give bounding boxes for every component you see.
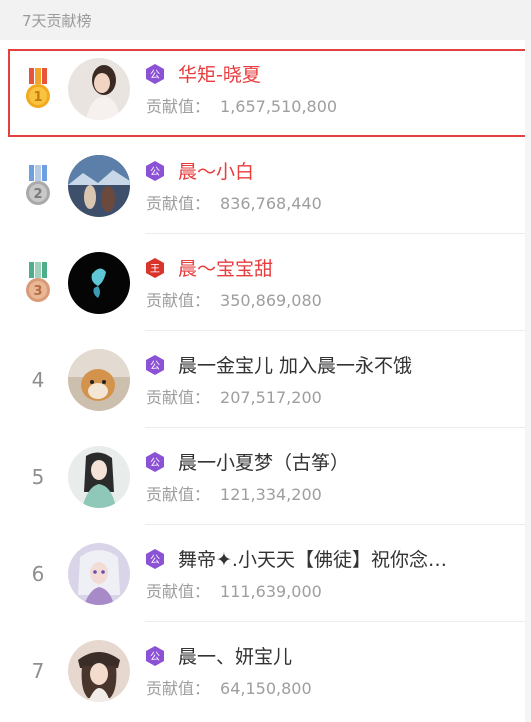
svg-text:公: 公: [150, 652, 160, 663]
rank-number: 5: [31, 464, 45, 489]
svg-text:3: 3: [33, 284, 42, 299]
contribution-value: 贡献值： 836,768,440: [146, 190, 322, 214]
fan-badge-icon: 公: [146, 645, 164, 666]
user-avatar[interactable]: [68, 57, 130, 120]
rank-cell: 1: [0, 67, 76, 110]
contribution-value: 贡献值： 1,657,510,800: [146, 93, 337, 117]
contribution-number: 64,150,800: [220, 678, 312, 698]
svg-text:王: 王: [150, 264, 160, 275]
username[interactable]: 晨一、妍宝儿: [178, 642, 292, 669]
bronze-medal-icon: 3: [23, 261, 53, 304]
leaderboard-row[interactable]: 2 公 晨～小白 贡献值： 836,768,440: [0, 137, 531, 234]
svg-text:公: 公: [150, 361, 160, 372]
king-badge-icon: 王: [146, 257, 164, 278]
contribution-label: 贡献值：: [146, 581, 211, 601]
username[interactable]: 舞帝✦.小天天【佛徒】祝你念…: [178, 545, 447, 572]
user-avatar[interactable]: [68, 639, 130, 702]
username[interactable]: 华矩-晓夏: [178, 60, 261, 87]
username[interactable]: 晨～宝宝甜: [178, 254, 273, 281]
leaderboard-row[interactable]: 5 公 晨一小夏梦（古筝） 贡献值： 121,334,200: [0, 428, 531, 525]
svg-text:公: 公: [150, 167, 160, 178]
rank-cell: 6: [0, 562, 76, 586]
contribution-label: 贡献值：: [146, 387, 211, 407]
username[interactable]: 晨一小夏梦（古筝）: [178, 448, 349, 475]
leaderboard-row[interactable]: 4 公 晨一金宝儿 加入晨一永不饿 贡献值： 207,517,200: [0, 331, 531, 428]
rank-number: 4: [31, 367, 45, 392]
scroll-edge: [525, 40, 531, 722]
rank-cell: 4: [0, 368, 76, 392]
leaderboard-row[interactable]: 1 公 华矩-晓夏 贡献值： 1,657,510,800: [0, 40, 531, 137]
contribution-number: 836,768,440: [220, 193, 322, 213]
leaderboard-list: 1 公 华矩-晓夏 贡献值： 1,657,510,800 2 公 晨～小白 贡献…: [0, 40, 531, 719]
contribution-number: 1,657,510,800: [220, 96, 338, 116]
username[interactable]: 晨一金宝儿 加入晨一永不饿: [178, 351, 412, 378]
rank-cell: 7: [0, 659, 76, 683]
silver-medal-icon: 2: [23, 164, 53, 207]
rank-number: 6: [31, 561, 45, 586]
contribution-label: 贡献值：: [146, 484, 211, 504]
fan-badge-icon: 公: [146, 160, 164, 181]
user-avatar[interactable]: [68, 348, 130, 411]
contribution-number: 121,334,200: [220, 484, 322, 504]
leaderboard-title: 7天贡献榜: [22, 11, 92, 30]
contribution-number: 207,517,200: [220, 387, 322, 407]
leaderboard-row[interactable]: 3 王 晨～宝宝甜 贡献值： 350,869,080: [0, 234, 531, 331]
contribution-value: 贡献值： 64,150,800: [146, 675, 312, 699]
user-avatar[interactable]: [68, 154, 130, 217]
rank-cell: 2: [0, 164, 76, 207]
user-avatar[interactable]: [68, 251, 130, 314]
contribution-label: 贡献值：: [146, 96, 211, 116]
fan-badge-icon: 公: [146, 548, 164, 569]
fan-badge-icon: 公: [146, 451, 164, 472]
gold-medal-icon: 1: [23, 67, 53, 110]
rank-cell: 3: [0, 261, 76, 304]
username[interactable]: 晨～小白: [178, 157, 254, 184]
svg-text:公: 公: [150, 70, 160, 81]
fan-badge-icon: 公: [146, 63, 164, 84]
contribution-label: 贡献值：: [146, 193, 211, 213]
svg-text:公: 公: [150, 458, 160, 469]
leaderboard-row[interactable]: 6 公 舞帝✦.小天天【佛徒】祝你念… 贡献值： 111,639,000: [0, 525, 531, 622]
svg-text:公: 公: [150, 555, 160, 566]
contribution-label: 贡献值：: [146, 678, 211, 698]
leaderboard-header: 7天贡献榜: [0, 0, 531, 40]
rank-number: 7: [31, 658, 45, 683]
user-avatar[interactable]: [68, 445, 130, 508]
contribution-label: 贡献值：: [146, 290, 211, 310]
user-avatar[interactable]: [68, 542, 130, 605]
contribution-value: 贡献值： 350,869,080: [146, 287, 322, 311]
contribution-value: 贡献值： 207,517,200: [146, 384, 412, 408]
contribution-number: 350,869,080: [220, 290, 322, 310]
svg-text:1: 1: [33, 90, 42, 105]
contribution-value: 贡献值： 111,639,000: [146, 578, 447, 602]
leaderboard-row[interactable]: 7 公 晨一、妍宝儿 贡献值： 64,150,800: [0, 622, 531, 719]
rank-cell: 5: [0, 465, 76, 489]
contribution-value: 贡献值： 121,334,200: [146, 481, 349, 505]
fan-badge-icon: 公: [146, 354, 164, 375]
svg-text:2: 2: [33, 187, 42, 202]
contribution-number: 111,639,000: [220, 581, 322, 601]
